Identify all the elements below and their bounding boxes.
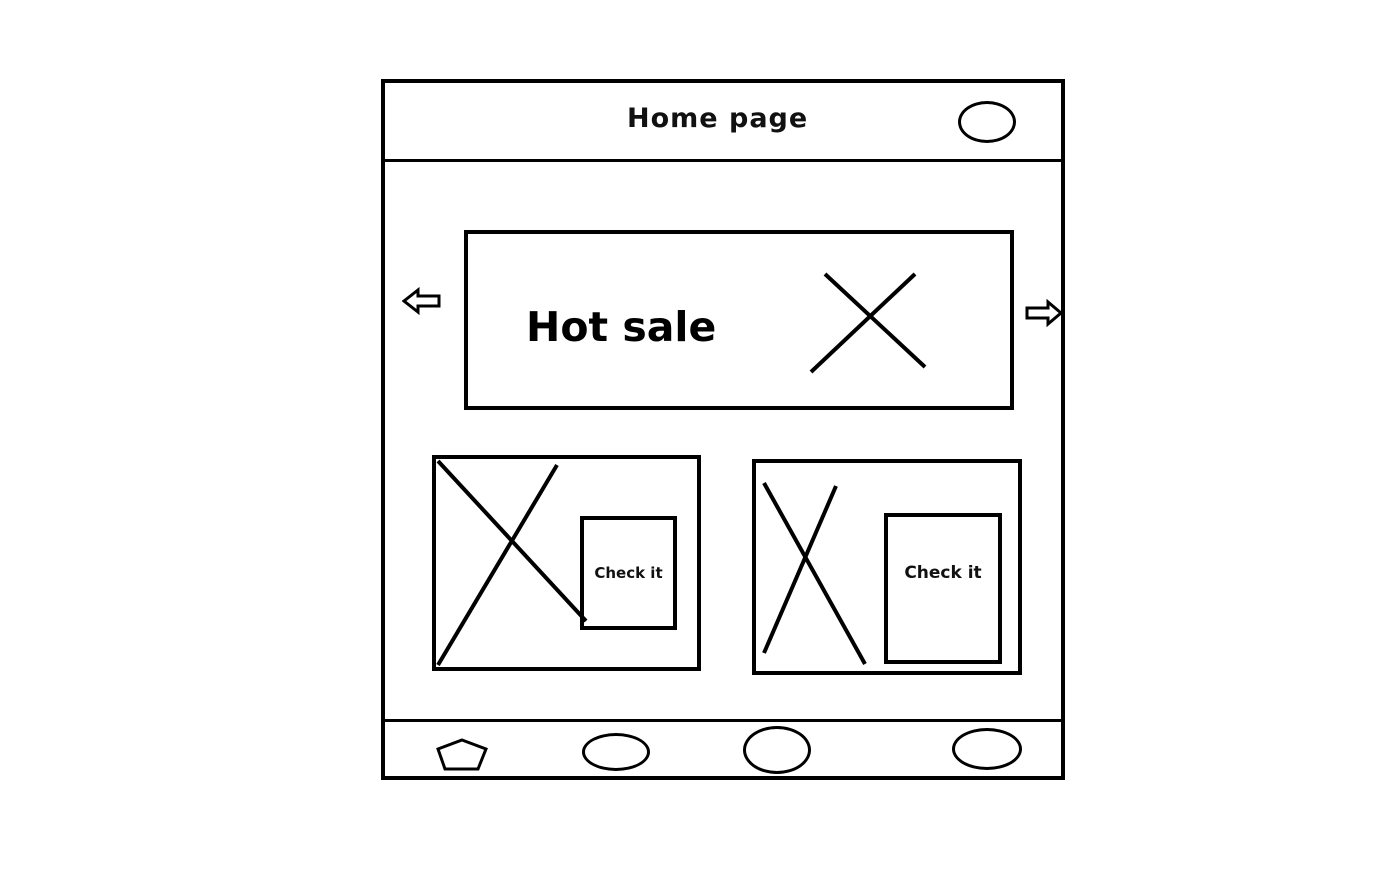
check-it-label: Check it xyxy=(904,562,982,583)
pentagon-home-icon[interactable] xyxy=(435,737,489,771)
profile-circle-icon[interactable] xyxy=(958,101,1016,143)
nav-circle-icon[interactable] xyxy=(743,726,811,774)
image-placeholder-icon xyxy=(809,272,927,374)
bottom-nav xyxy=(385,719,1061,779)
check-it-label: Check it xyxy=(594,564,663,582)
check-it-button[interactable]: Check it xyxy=(884,513,1002,664)
arrow-right-icon[interactable] xyxy=(1024,299,1064,327)
product-card: Check it xyxy=(752,459,1022,675)
header: Home page xyxy=(385,83,1061,162)
nav-circle-icon[interactable] xyxy=(582,733,650,771)
check-it-button[interactable]: Check it xyxy=(580,516,677,630)
page-title: Home page xyxy=(627,103,809,134)
nav-circle-icon[interactable] xyxy=(952,728,1022,770)
product-card: Check it xyxy=(432,455,701,671)
arrow-left-icon[interactable] xyxy=(402,287,442,315)
phone-frame: Home page Hot sale Check it Check it xyxy=(381,79,1065,780)
banner-title: Hot sale xyxy=(526,303,717,351)
hot-sale-banner[interactable]: Hot sale xyxy=(464,230,1014,410)
